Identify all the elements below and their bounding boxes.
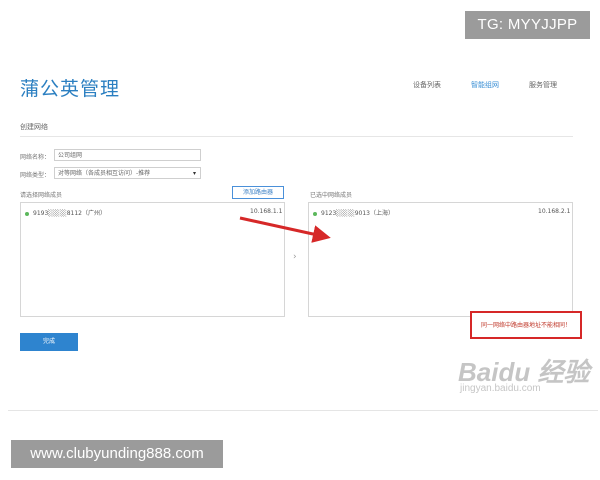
annotation-arrow	[239, 216, 331, 243]
warning-text: 同一网络中路由器地址不能相同！	[481, 322, 572, 329]
url-badge: www.clubyunding888.com	[11, 440, 223, 468]
watermark-url: jingyan.baidu.com	[460, 383, 541, 394]
tg-badge: TG: MYYJJPP	[465, 11, 590, 39]
done-button[interactable]: 完成	[20, 333, 78, 351]
